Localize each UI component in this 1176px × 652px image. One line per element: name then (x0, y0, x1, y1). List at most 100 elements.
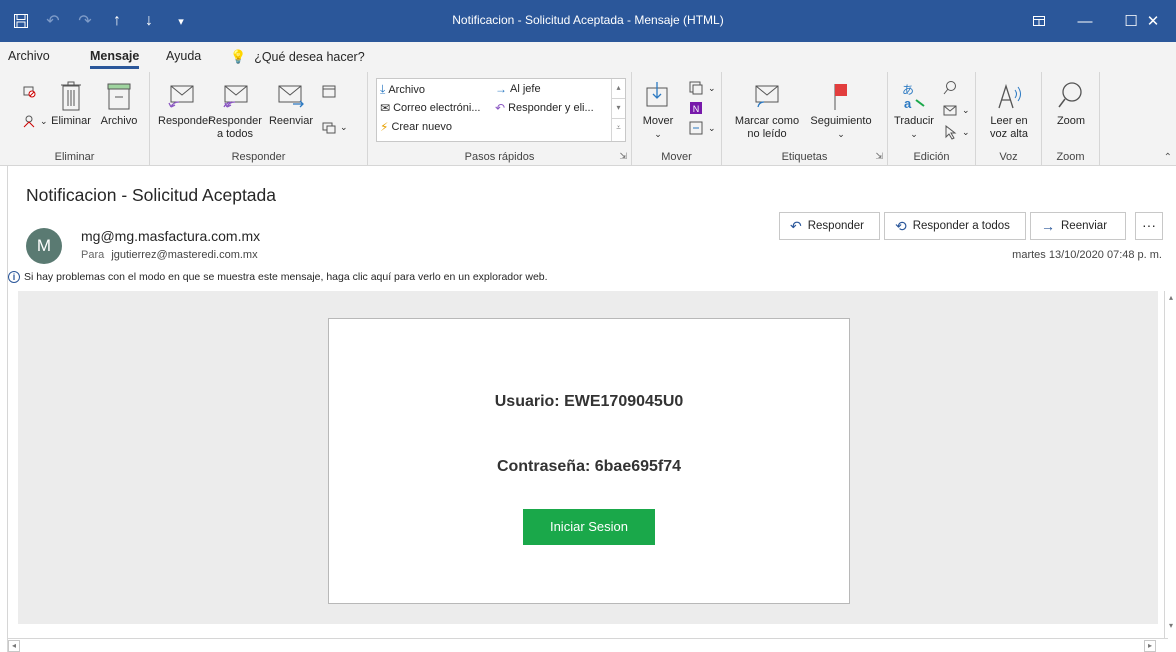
find-icon[interactable] (942, 80, 958, 96)
scroll-up-icon[interactable]: ▴ (612, 79, 625, 99)
tab-mensaje[interactable]: Mensaje (90, 49, 140, 69)
translate-button[interactable]: あa Traducir ⌄ (894, 80, 934, 141)
mark-unread-label-1: Marcar como (734, 115, 800, 127)
related-icon[interactable]: ⌄ (942, 102, 970, 118)
move-icon (646, 82, 668, 107)
translate-label: Traducir (894, 115, 934, 127)
group-label-edicion: Edición (913, 151, 950, 163)
delete-label: Eliminar (51, 115, 91, 127)
vertical-scrollbar[interactable]: ▴ ▾ (1164, 291, 1176, 638)
up-arrow-icon[interactable]: ↑ (106, 10, 128, 32)
header-reply-button[interactable]: ↶ Responder (779, 212, 880, 240)
reply-all-arrow-icon: ⟲ (895, 217, 907, 234)
lightning-icon: ⚡ (380, 120, 389, 134)
reply-all-label-2: a todos (216, 128, 254, 140)
group-edicion: あa Traducir ⌄ ⌄ ⌄ Edición (888, 72, 976, 166)
quick-access-toolbar: ↶ ↷ ↑ ↓ ▾ (10, 8, 192, 34)
avatar[interactable]: M (26, 228, 62, 264)
dialog-launcher-icon[interactable]: ⇲ (875, 151, 883, 162)
horizontal-scrollbar[interactable]: ◂ ▸ (8, 638, 1168, 652)
header-reply-label: Responder (807, 220, 864, 232)
archive-label: Archivo (100, 115, 138, 127)
scroll-down-icon[interactable]: ▾ (1166, 621, 1176, 635)
move-label: Mover (642, 115, 674, 127)
quick-step-correo[interactable]: ✉ Correo electróni... (380, 101, 481, 115)
contrasena-text: Contraseña: 6bae695f74 (496, 458, 682, 475)
select-icon[interactable]: ⌄ (942, 124, 970, 140)
group-label-mover: Mover (661, 151, 692, 163)
zoom-button[interactable]: Zoom (1048, 80, 1094, 128)
svg-text:あ: あ (902, 83, 914, 97)
reply-all-button[interactable]: Responder a todos (206, 80, 264, 141)
mark-unread-label-2: no leído (747, 128, 787, 140)
info-bar[interactable]: i Si hay problemas con el modo en que se… (8, 271, 548, 283)
down-arrow-icon[interactable]: ↓ (138, 10, 160, 32)
login-button[interactable]: Iniciar Sesion (523, 509, 655, 545)
scroll-down-icon[interactable]: ▾ (612, 99, 625, 119)
header-reply-all-label: Responder a todos (912, 220, 1010, 232)
recipient-address[interactable]: jgutierrez@masteredi.com.mx (111, 249, 257, 261)
forward-button[interactable]: Reenviar (266, 80, 316, 128)
read-aloud-button[interactable]: Leer en voz alta (982, 80, 1036, 141)
scroll-left-icon[interactable]: ◂ (8, 640, 20, 652)
reply-arrow-icon: ↶ (790, 217, 802, 234)
meeting-reply-icon[interactable] (322, 84, 336, 98)
rules-icon[interactable]: ⌄ (688, 80, 716, 96)
onenote-icon[interactable]: N (688, 100, 704, 116)
header-forward-button[interactable]: → Reenviar (1030, 212, 1126, 240)
read-aloud-label-2: voz alta (990, 128, 1028, 140)
tab-ayuda[interactable]: Ayuda (166, 49, 201, 63)
customize-icon[interactable]: ▾ (170, 10, 192, 32)
info-icon: i (8, 271, 20, 283)
unread-envelope-icon (755, 85, 779, 108)
quick-step-responder-eliminar[interactable]: ↶ Responder y eli... (495, 101, 594, 115)
quick-step-archivo[interactable]: ⤓ Archivo (380, 82, 425, 97)
dialog-launcher-icon[interactable]: ⇲ (619, 151, 627, 162)
quick-step-label: Correo electróni... (393, 102, 481, 114)
redo-icon[interactable]: ↷ (74, 10, 96, 32)
svg-text:N: N (693, 104, 700, 114)
header-reply-all-button[interactable]: ⟲ Responder a todos (884, 212, 1026, 240)
save-icon[interactable] (10, 10, 32, 32)
svg-text:a: a (904, 96, 912, 111)
minimize-icon[interactable]: — (1062, 0, 1108, 42)
expand-icon[interactable]: ⩡ (612, 119, 625, 139)
ribbon-display-icon[interactable] (1016, 0, 1062, 42)
collapse-ribbon-icon[interactable]: ⌃ (1164, 152, 1172, 163)
cleanup-icon[interactable]: ⌄ (22, 114, 48, 128)
reading-pane-border (7, 166, 8, 652)
actions-icon[interactable]: ⌄ (688, 120, 716, 136)
usuario-text: Usuario: EWE1709045U0 (494, 393, 684, 410)
undo-icon[interactable]: ↶ (42, 10, 64, 32)
quick-step-crear-nuevo[interactable]: ⚡ Crear nuevo (380, 120, 452, 134)
info-text[interactable]: Si hay problemas con el modo en que se m… (24, 271, 548, 283)
reply-button[interactable]: Responder (158, 80, 212, 128)
quick-steps-scroll[interactable]: ▴ ▾ ⩡ (611, 79, 625, 141)
move-button[interactable]: Mover ⌄ (638, 80, 678, 141)
archive-button[interactable]: Archivo (96, 80, 142, 128)
ignore-icon[interactable] (22, 84, 36, 98)
ribbon-tabs: Archivo Mensaje Ayuda 💡 ¿Qué desea hacer… (0, 42, 1176, 72)
reply-label: Responder (158, 115, 212, 127)
tell-me-box[interactable]: 💡 ¿Qué desea hacer? (230, 49, 365, 65)
forward-arrow-icon: → (1041, 218, 1055, 234)
quick-step-label: Archivo (388, 83, 425, 96)
reply-all-icon (223, 85, 248, 108)
quick-step-al-jefe[interactable]: → Al jefe (495, 82, 541, 96)
folder-arrow-icon: ⤓ (380, 82, 386, 96)
more-actions-button[interactable]: ··· (1135, 212, 1163, 240)
email-card: Usuario: EWE1709045U0 Contraseña: 6bae69… (328, 318, 850, 604)
recipient-line: Para jgutierrez@masteredi.com.mx (81, 249, 258, 261)
delete-button[interactable]: Eliminar (50, 80, 92, 128)
group-label-zoom: Zoom (1056, 151, 1085, 163)
mark-unread-button[interactable]: Marcar como no leído (732, 80, 802, 141)
tab-archivo[interactable]: Archivo (8, 49, 50, 63)
group-label-etiquetas: Etiquetas (781, 151, 828, 163)
follow-up-button[interactable]: Seguimiento ⌄ (806, 80, 876, 141)
scroll-up-icon[interactable]: ▴ (1166, 293, 1176, 307)
sender-address[interactable]: mg@mg.masfactura.com.mx (81, 228, 260, 244)
scroll-right-icon[interactable]: ▸ (1144, 640, 1156, 652)
close-icon[interactable]: ✕ (1130, 0, 1176, 42)
more-respond-icon[interactable]: ⌄ (322, 120, 348, 134)
message-subject: Notificacion - Solicitud Aceptada (26, 185, 276, 205)
